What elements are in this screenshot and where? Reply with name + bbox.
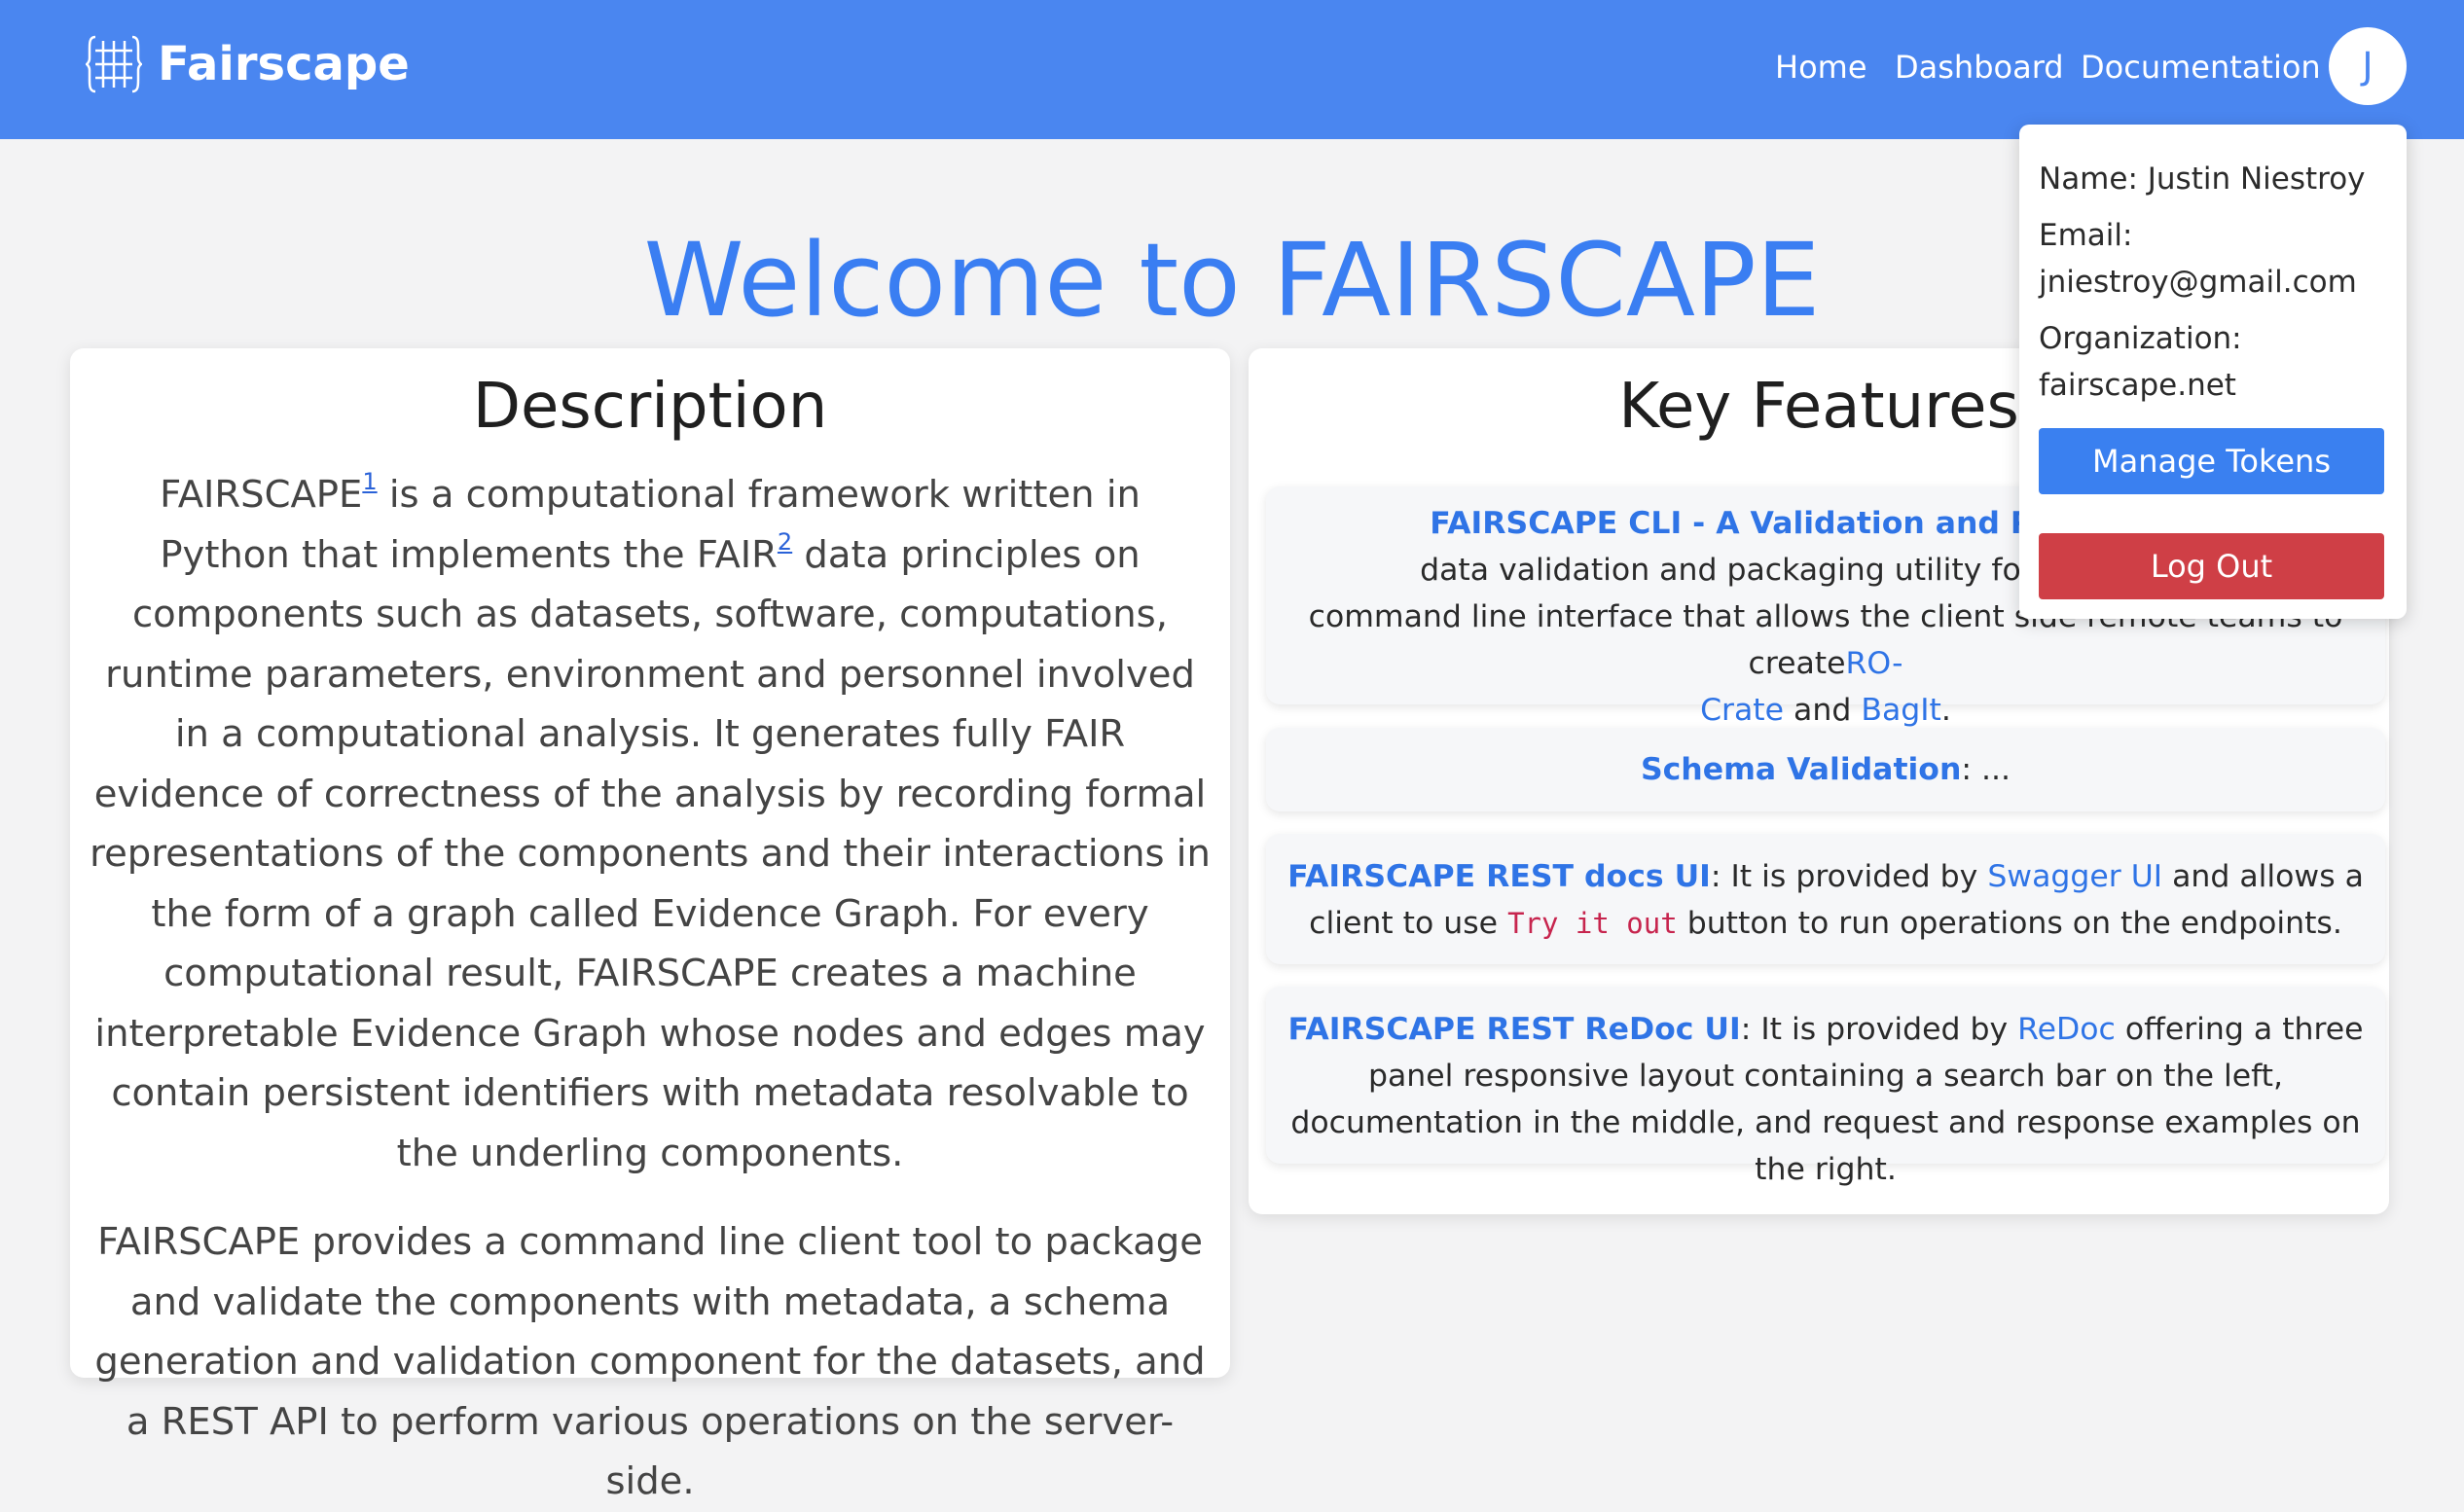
manage-tokens-button[interactable]: Manage Tokens <box>2039 428 2384 494</box>
feature-redoc: FAIRSCAPE REST ReDoc UI: It is provided … <box>1266 987 2385 1187</box>
user-avatar-button[interactable]: J <box>2329 27 2407 105</box>
text: and <box>1784 693 1862 728</box>
feature-redoc-title: FAIRSCAPE REST ReDoc UI <box>1287 1012 1741 1047</box>
text: button to run operations on the endpoint… <box>1677 906 2342 941</box>
text: FAIRSCAPE <box>160 473 363 517</box>
description-paragraph-1: FAIRSCAPE1 is a computational framework … <box>90 465 1211 1183</box>
text: : It is provided by <box>1710 859 1988 894</box>
try-it-out-code: Try it out <box>1507 907 1678 940</box>
nav-documentation[interactable]: Documentation <box>2081 43 2321 91</box>
feature-docs: FAIRSCAPE REST docs UI: It is provided b… <box>1266 834 2385 964</box>
link-ro-crate[interactable]: RO- <box>1846 646 1903 681</box>
user-name: Name: Justin Niestroy <box>2039 162 2366 197</box>
text: : ... <box>1961 752 2011 787</box>
user-email-label: Email: <box>2039 218 2133 253</box>
description-card: Description FAIRSCAPE1 is a computationa… <box>70 348 1230 1503</box>
nav-home[interactable]: Home <box>1775 43 1867 91</box>
feature-schema-title: Schema Validation <box>1640 752 1962 787</box>
brand-name: Fairscape <box>158 37 410 91</box>
link-swagger-ui[interactable]: Swagger UI <box>1987 859 2162 894</box>
footnote-link-2[interactable]: 2 <box>778 528 792 556</box>
description-title: Description <box>472 371 828 443</box>
user-menu-dropdown: Name: Justin Niestroy Email: jniestroy@g… <box>2019 125 2407 619</box>
user-org: fairscape.net <box>2039 368 2236 403</box>
feature-docs-title: FAIRSCAPE REST docs UI <box>1287 859 1711 894</box>
text: : It is provided by <box>1740 1012 2018 1047</box>
footnote-link-1[interactable]: 1 <box>362 468 377 495</box>
text: . <box>1940 693 1951 728</box>
link-ro-crate-cont[interactable]: Crate <box>1700 693 1784 728</box>
nav-dashboard[interactable]: Dashboard <box>1895 43 2064 91</box>
link-bagit[interactable]: BagIt <box>1861 693 1941 728</box>
user-email: jniestroy@gmail.com <box>2039 265 2357 300</box>
feature-schema: Schema Validation: ... <box>1266 728 2385 811</box>
navbar: Fairscape Home Dashboard Documentation J <box>0 0 2464 139</box>
feature-cli-line-3: Crate and BagIt. <box>1282 687 2370 734</box>
user-org-label: Organization: <box>2039 321 2242 356</box>
logout-button[interactable]: Log Out <box>2039 533 2384 599</box>
grid-logo-icon <box>86 35 142 93</box>
description-paragraph-2: FAIRSCAPE provides a command line client… <box>94 1220 1206 1503</box>
text: data principles on components such as da… <box>90 532 1211 1175</box>
link-redoc[interactable]: ReDoc <box>2017 1012 2116 1047</box>
brand[interactable]: Fairscape <box>86 33 410 95</box>
